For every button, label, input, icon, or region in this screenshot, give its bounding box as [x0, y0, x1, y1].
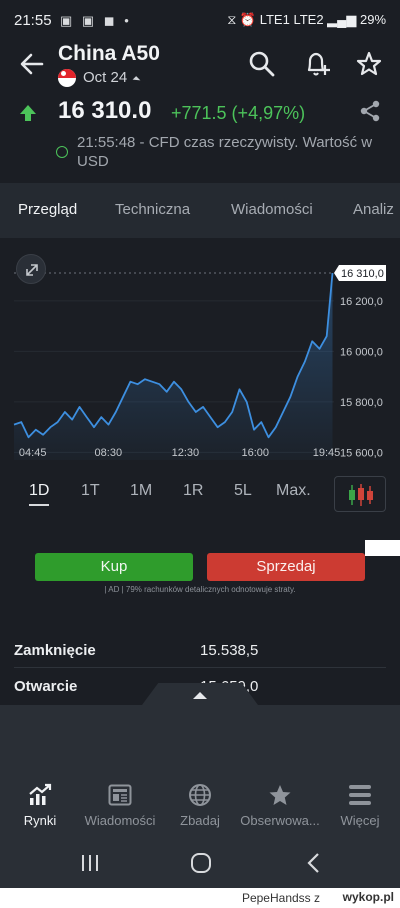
- notification-icons: ▣ ▣ ◼ •: [60, 13, 132, 28]
- expand-chart-button[interactable]: [16, 254, 46, 284]
- app-header: China A50 Oct 24: [0, 40, 400, 95]
- range-1m[interactable]: 1M: [130, 482, 152, 500]
- y-tick-label: 16 200,0: [340, 296, 383, 308]
- time-range-selector: 1D 1T 1M 1R 5L Max.: [0, 476, 400, 512]
- sell-button[interactable]: Sprzedaj: [207, 553, 365, 581]
- nav-news[interactable]: Wiadomości: [80, 783, 160, 828]
- back-arrow-icon[interactable]: [18, 50, 46, 78]
- add-alert-bell-icon[interactable]: [303, 50, 331, 78]
- contract-date-selector[interactable]: Oct 24: [83, 69, 127, 86]
- star-icon: [269, 785, 291, 805]
- recent-apps-icon[interactable]: [80, 853, 100, 873]
- stat-value: 15.538,5: [200, 642, 259, 659]
- chart-svg: 16 200,0 16 000,0 15 800,0 15 600,0 16 310,0…: [13, 265, 386, 460]
- bottom-navigation: Rynki Wiadomości Zbadaj Obserwowa... Wię…: [0, 705, 400, 848]
- system-back-icon[interactable]: [306, 852, 322, 874]
- stat-label: Otwarcie: [14, 678, 78, 695]
- globe-icon: [189, 784, 211, 806]
- range-max[interactable]: Max.: [276, 482, 311, 500]
- nav-explore[interactable]: Zbadaj: [160, 783, 240, 828]
- watermark-footer: PepeHandss z wykop.pl: [0, 888, 400, 908]
- risk-disclaimer: | AD | 79% rachunków detalicznych odnoto…: [104, 585, 296, 594]
- search-icon[interactable]: [248, 50, 276, 78]
- expand-icon: [26, 264, 38, 276]
- wykop-logo: wykop.pl: [342, 890, 394, 904]
- range-1d[interactable]: 1D: [29, 482, 49, 500]
- tab-overview[interactable]: Przegląd: [18, 201, 77, 218]
- x-tick-label: 04:45: [19, 447, 47, 459]
- nav-label: Rynki: [23, 813, 57, 828]
- y-tick-label: 16 000,0: [340, 346, 383, 358]
- clock-icon: [56, 146, 68, 158]
- chart-type-button[interactable]: [334, 476, 386, 512]
- up-arrow-icon: [20, 105, 36, 121]
- system-status-icons: ⧖ ⏰ LTE1 LTE2 ▂▄▆ 29%: [227, 12, 386, 27]
- quote-info: 21:55:48 - CFD czas rzeczywisty. Wartość…: [0, 133, 400, 173]
- current-price: 16 310.0: [58, 97, 152, 124]
- favorite-star-icon[interactable]: [355, 50, 383, 78]
- newspaper-icon: [108, 784, 132, 806]
- singapore-flag-icon: [58, 69, 76, 87]
- range-1y[interactable]: 1R: [183, 482, 203, 500]
- home-icon[interactable]: [190, 852, 212, 874]
- range-5y[interactable]: 5L: [234, 482, 252, 500]
- chart-up-icon: [29, 783, 52, 805]
- menu-icon: [349, 785, 371, 805]
- buy-button[interactable]: Kup: [35, 553, 193, 581]
- active-range-underline: [29, 504, 49, 506]
- nav-label: Zbadaj: [180, 813, 220, 828]
- tab-analysis[interactable]: Analiz: [353, 201, 394, 218]
- y-tick-label: 15 600,0: [340, 447, 383, 459]
- system-navigation-bar: [0, 838, 400, 888]
- last-price-label: 16 310,0: [341, 268, 384, 280]
- section-tabs: Przegląd Techniczna Wiadomości Analiz: [0, 183, 400, 238]
- x-tick-label: 16:00: [241, 447, 269, 459]
- x-tick-label: 12:30: [172, 447, 200, 459]
- stat-label: Zamknięcie: [14, 642, 96, 659]
- chevron-up-icon: [193, 692, 207, 699]
- y-tick-label: 15 800,0: [340, 397, 383, 409]
- instrument-title: China A50: [58, 42, 160, 65]
- tab-news[interactable]: Wiadomości: [231, 201, 313, 218]
- range-1w[interactable]: 1T: [81, 482, 100, 500]
- nav-markets[interactable]: Rynki: [0, 783, 80, 828]
- nav-watchlist[interactable]: Obserwowa...: [240, 783, 320, 828]
- price-row: 16 310.0 +771.5 (+4,97%): [0, 95, 400, 130]
- chevron-down-icon: [132, 76, 141, 84]
- nav-label: Wiadomości: [84, 813, 156, 828]
- price-chart[interactable]: 16 200,0 16 000,0 15 800,0 15 600,0 16 310,0…: [0, 238, 400, 468]
- x-tick-label: 08:30: [95, 447, 123, 459]
- x-tick-label: 19:45: [313, 447, 341, 459]
- footer-user: PepeHandss z: [241, 891, 320, 905]
- tab-technical[interactable]: Techniczna: [115, 201, 190, 218]
- status-bar: 21:55 ▣ ▣ ◼ • ⧖ ⏰ LTE1 LTE2 ▂▄▆ 29%: [0, 0, 400, 40]
- quote-info-text: 21:55:48 - CFD czas rzeczywisty. Wartość…: [77, 134, 373, 170]
- nav-label: Obserwowa...: [240, 813, 320, 828]
- side-panel-tab[interactable]: [365, 540, 400, 556]
- candlestick-icon: [349, 484, 373, 506]
- status-time: 21:55: [14, 12, 52, 29]
- nav-more[interactable]: Więcej: [320, 783, 400, 828]
- price-change: +771.5 (+4,97%): [171, 103, 306, 123]
- share-icon[interactable]: [358, 99, 382, 123]
- stat-row-close: Zamknięcie 15.538,5: [14, 632, 386, 668]
- nav-label: Więcej: [340, 813, 380, 828]
